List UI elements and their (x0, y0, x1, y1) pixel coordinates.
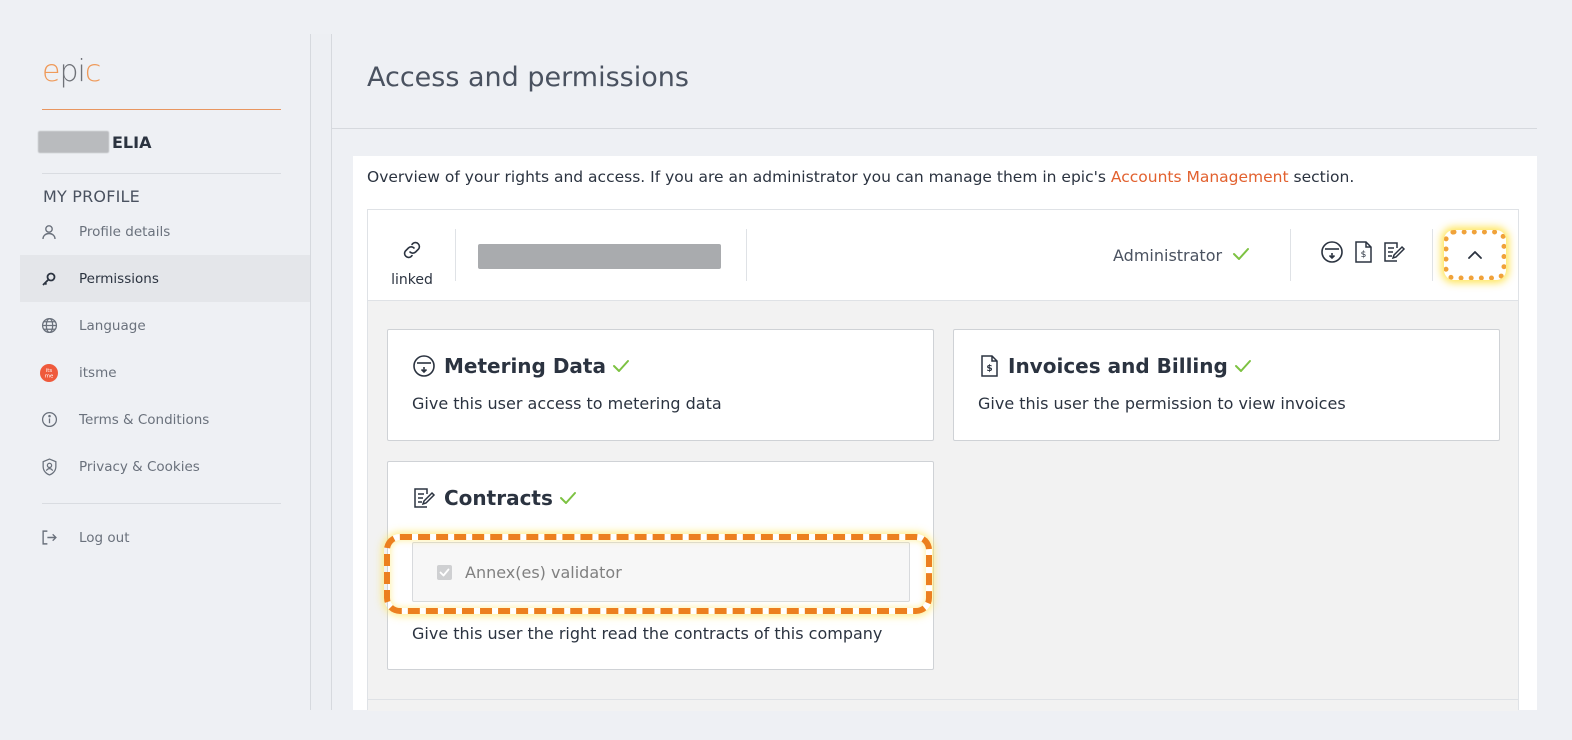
user-name: ELIA (112, 132, 152, 152)
logo-letter-e: e (42, 54, 60, 89)
card-title: $ Invoices and Billing (978, 354, 1252, 378)
header-separator (1432, 229, 1433, 281)
sidebar-item-terms[interactable]: Terms & Conditions (20, 396, 310, 443)
invoices-billing-card: $ Invoices and Billing Give this user th… (953, 329, 1500, 441)
user-info: ELIA (38, 130, 151, 154)
check-icon (559, 491, 577, 505)
svg-text:me: me (45, 373, 54, 379)
invoices-description: Give this user the permission to view in… (978, 394, 1346, 413)
permissions-content: Overview of your rights and access. If y… (353, 156, 1537, 711)
key-icon (40, 270, 58, 288)
logout-label: Log out (79, 529, 130, 546)
globe-icon (40, 317, 58, 335)
svg-text:$: $ (986, 364, 992, 374)
logout-icon (40, 529, 58, 547)
contract-icon (1382, 240, 1406, 268)
permission-icons: $ (1320, 240, 1406, 268)
metering-icon (1320, 240, 1344, 268)
header-separator (455, 229, 456, 281)
sidebar-item-label: Terms & Conditions (79, 411, 210, 428)
contracts-card: Contracts Annex(es) validator Give this … (387, 461, 934, 670)
epic-logo[interactable]: epic (42, 54, 101, 94)
nav-divider (42, 503, 281, 504)
accounts-management-link[interactable]: Accounts Management (1111, 168, 1289, 186)
company-name-redacted (478, 244, 721, 269)
contracts-description: Give this user the right read the contra… (412, 624, 883, 643)
page-title: Access and permissions (367, 62, 689, 93)
header-separator (1290, 229, 1291, 281)
invoice-icon: $ (1352, 240, 1374, 268)
user-first-name-redacted (38, 131, 109, 153)
overview-text-start: Overview of your rights and access. If y… (367, 168, 1111, 186)
header-separator (746, 229, 747, 281)
svg-text:$: $ (1361, 250, 1367, 260)
sidebar-item-label: itsme (79, 364, 117, 381)
itsme-icon: its me (40, 363, 58, 382)
invoices-title: Invoices and Billing (1008, 354, 1228, 378)
role-label: Administrator (1113, 246, 1223, 265)
link-icon (403, 241, 421, 259)
user-icon (40, 223, 58, 241)
account-header: linked Administrator $ (368, 210, 1518, 301)
sidebar-item-label: Profile details (79, 223, 171, 240)
user-divider (42, 173, 281, 174)
sidebar-item-profile-details[interactable]: Profile details (20, 208, 310, 255)
link-status-label: linked (391, 272, 433, 288)
annex-validator-option: Annex(es) validator (412, 542, 910, 602)
sidebar: epic ELIA MY PROFILE Profile details Per… (20, 34, 310, 710)
title-divider (331, 128, 1537, 129)
invoice-icon: $ (978, 354, 1000, 378)
sidebar-item-privacy[interactable]: Privacy & Cookies (20, 443, 310, 490)
sidebar-item-label: Language (79, 317, 146, 334)
sidebar-item-itsme[interactable]: its me itsme (20, 349, 310, 396)
metering-icon (412, 354, 436, 378)
sidebar-item-label: Permissions (79, 270, 159, 287)
profile-nav: Profile details Permissions Language its… (20, 208, 310, 490)
card-title: Metering Data (412, 354, 630, 378)
check-icon (612, 359, 630, 373)
logout-button[interactable]: Log out (20, 514, 310, 561)
shield-icon (40, 457, 58, 476)
contract-icon (412, 486, 436, 510)
metering-data-card: Metering Data Give this user access to m… (387, 329, 934, 441)
logo-divider (42, 109, 281, 110)
sidebar-item-permissions[interactable]: Permissions (20, 255, 310, 302)
section-title: MY PROFILE (43, 187, 140, 206)
panel-footer-line (368, 699, 1518, 700)
annex-validator-checkbox[interactable] (437, 564, 452, 580)
metering-description: Give this user access to metering data (412, 394, 722, 413)
role-indicator: Administrator (1113, 246, 1250, 265)
sidebar-item-label: Privacy & Cookies (79, 458, 200, 475)
collapse-button[interactable] (1444, 230, 1506, 280)
account-permissions-panel: linked Administrator $ Metering Data Giv… (367, 209, 1519, 711)
check-icon (1232, 246, 1250, 265)
chevron-up-icon (1468, 251, 1482, 259)
permissions-body: Metering Data Give this user access to m… (368, 301, 1518, 711)
logo-letters: pi (59, 54, 85, 89)
overview-text: Overview of your rights and access. If y… (367, 168, 1354, 186)
overview-text-end: section. (1288, 168, 1355, 186)
card-title: Contracts (412, 486, 577, 510)
info-icon (40, 411, 58, 429)
metering-title: Metering Data (444, 354, 606, 378)
sidebar-item-language[interactable]: Language (20, 302, 310, 349)
annex-validator-label: Annex(es) validator (465, 562, 622, 582)
check-icon (1234, 359, 1252, 373)
contracts-title: Contracts (444, 486, 553, 510)
link-status: linked (388, 238, 436, 288)
sidebar-separator (310, 34, 332, 710)
logout-section: Log out (20, 514, 310, 561)
logo-letter-c: c (84, 54, 101, 89)
